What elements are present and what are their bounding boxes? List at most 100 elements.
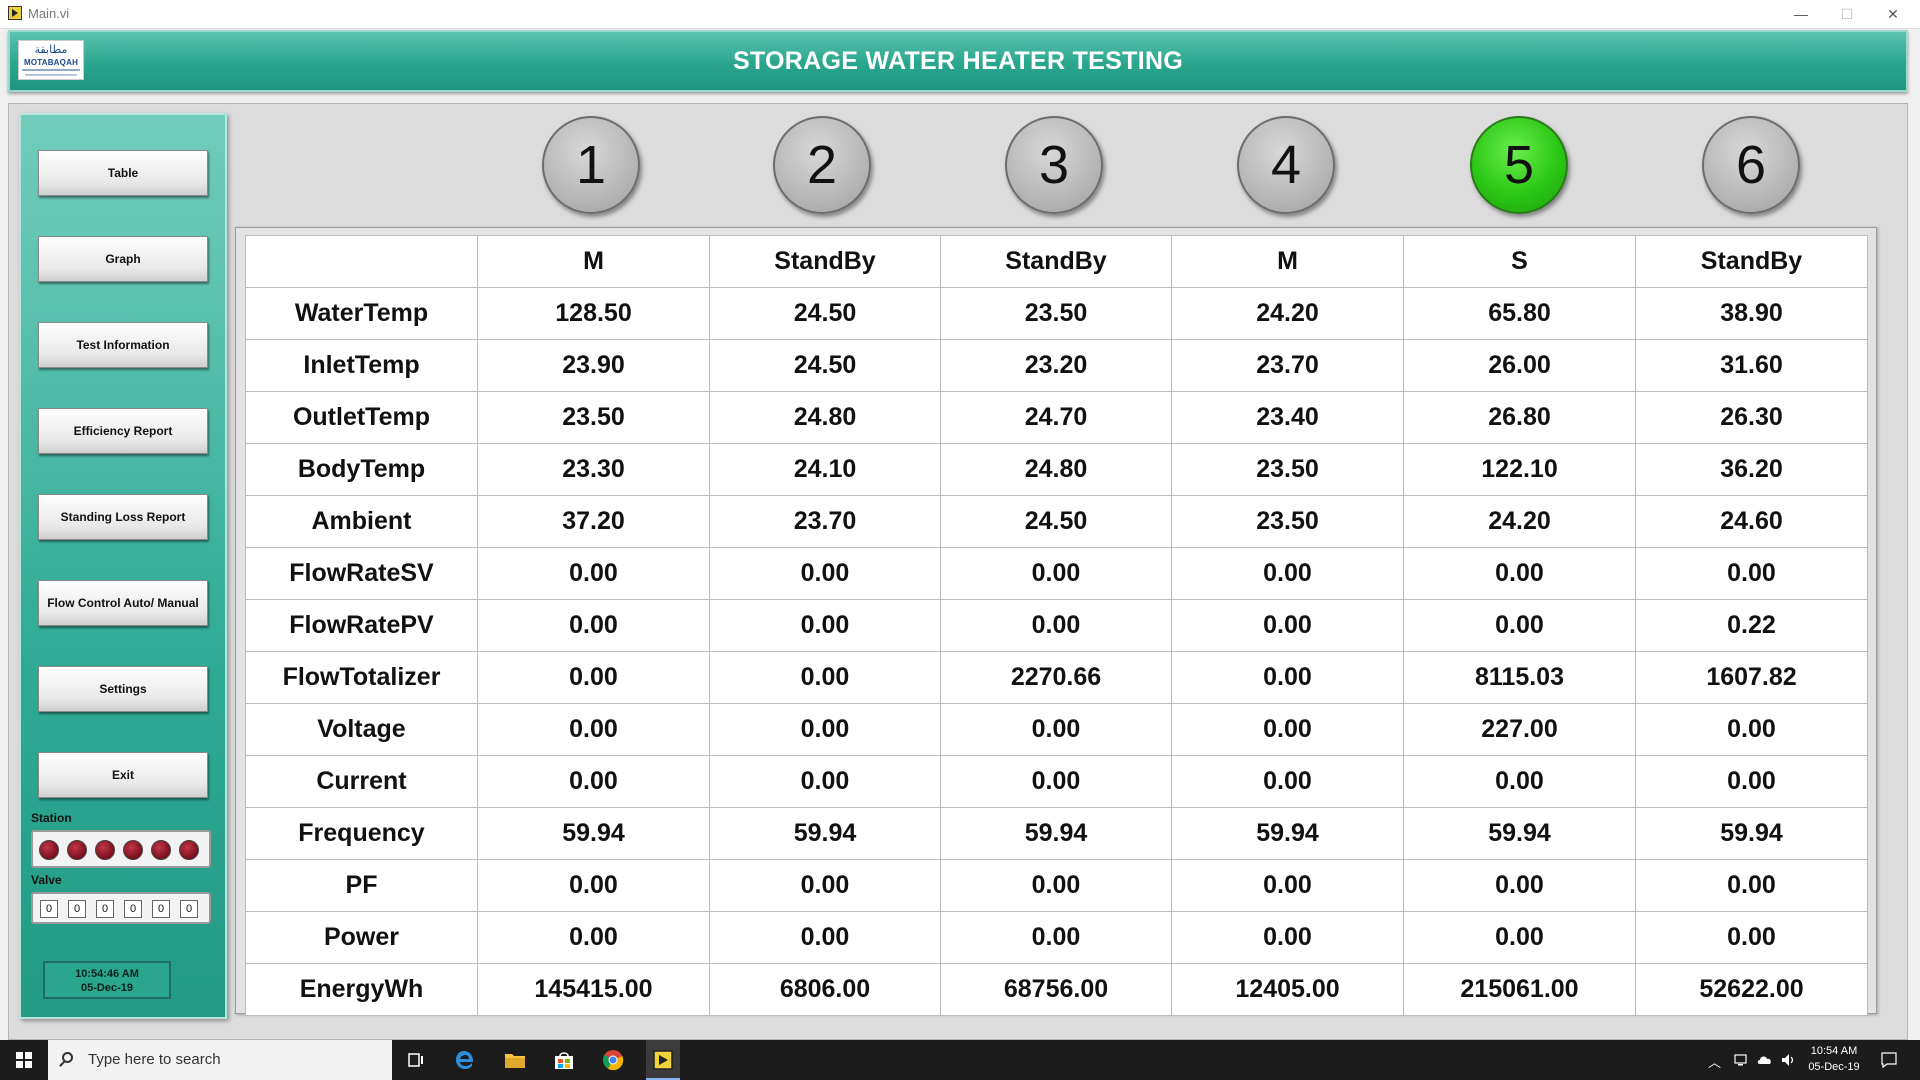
station-led-2 xyxy=(67,840,87,860)
labview-taskbar-button[interactable] xyxy=(646,1040,680,1080)
cell-station-3: 0.00 xyxy=(940,547,1172,600)
cell-station-4: 0.00 xyxy=(1171,911,1404,964)
cell-station-5: 8115.03 xyxy=(1403,651,1636,704)
valve-value-5: 0 xyxy=(152,900,170,918)
cell-station-5: 227.00 xyxy=(1403,703,1636,756)
station-led-4 xyxy=(123,840,143,860)
chrome-icon[interactable] xyxy=(601,1048,625,1072)
station-button-2[interactable]: 2 xyxy=(773,116,871,214)
cell-station-6: 0.00 xyxy=(1635,859,1868,912)
station-mode-4: M xyxy=(1171,235,1404,288)
cell-station-4: 23.50 xyxy=(1171,443,1404,496)
row-label: Frequency xyxy=(245,807,478,860)
station-mode-1: M xyxy=(477,235,710,288)
station-led-3 xyxy=(95,840,115,860)
station-button-4[interactable]: 4 xyxy=(1237,116,1335,214)
windows-logo-icon xyxy=(16,1052,32,1068)
table-row: Voltage 0.00 0.00 0.00 0.00 227.00 0.00 xyxy=(245,703,1868,756)
station-button-3[interactable]: 3 xyxy=(1005,116,1103,214)
station-led-1 xyxy=(39,840,59,860)
table-row: Ambient 37.20 23.70 24.50 23.50 24.20 24.60 xyxy=(245,495,1868,548)
flow-control-button[interactable]: Flow Control Auto/ Manual xyxy=(38,580,208,626)
cell-station-2: 0.00 xyxy=(709,651,941,704)
cell-station-2: 24.50 xyxy=(709,339,941,392)
network-icon[interactable] xyxy=(1733,1052,1749,1068)
search-placeholder: Type here to search xyxy=(88,1051,221,1068)
cell-station-3: 23.50 xyxy=(940,287,1172,340)
cell-station-1: 128.50 xyxy=(477,287,710,340)
window-titlebar: Main.vi — ☐ ✕ xyxy=(0,0,1920,29)
cell-station-1: 37.20 xyxy=(477,495,710,548)
station-mode-3: StandBy xyxy=(940,235,1172,288)
store-icon[interactable] xyxy=(552,1048,576,1072)
cell-station-1: 23.90 xyxy=(477,339,710,392)
cell-station-5: 0.00 xyxy=(1403,859,1636,912)
close-button[interactable]: ✕ xyxy=(1870,0,1916,28)
cell-station-4: 0.00 xyxy=(1171,755,1404,808)
maximize-button[interactable]: ☐ xyxy=(1824,0,1870,28)
cell-station-5: 215061.00 xyxy=(1403,963,1636,1016)
cell-station-3: 0.00 xyxy=(940,859,1172,912)
row-label: InletTemp xyxy=(245,339,478,392)
cell-station-1: 0.00 xyxy=(477,703,710,756)
efficiency-report-button[interactable]: Efficiency Report xyxy=(38,408,208,454)
table-button[interactable]: Table xyxy=(38,150,208,196)
file-explorer-icon[interactable] xyxy=(503,1048,527,1072)
header-banner: مطابقة MOTABAQAH STORAGE WATER HEATER TE… xyxy=(8,30,1908,92)
cell-station-4: 23.40 xyxy=(1171,391,1404,444)
data-table: M StandBy StandBy M S StandBy WaterTemp 1… xyxy=(245,235,1868,1016)
exit-button[interactable]: Exit xyxy=(38,752,208,798)
table-row: FlowRateSV 0.00 0.00 0.00 0.00 0.00 0.00 xyxy=(245,547,1868,600)
valve-indicators: 0 0 0 0 0 0 xyxy=(31,892,211,924)
row-label: Current xyxy=(245,755,478,808)
row-label: EnergyWh xyxy=(245,963,478,1016)
cell-station-6: 31.60 xyxy=(1635,339,1868,392)
minimize-button[interactable]: — xyxy=(1778,0,1824,28)
taskbar-search-box[interactable]: Type here to search xyxy=(48,1040,392,1080)
graph-button[interactable]: Graph xyxy=(38,236,208,282)
cell-station-2: 59.94 xyxy=(709,807,941,860)
task-view-icon[interactable] xyxy=(404,1048,428,1072)
station-mode-6: StandBy xyxy=(1635,235,1868,288)
tray-chevron-icon[interactable]: ︿ xyxy=(1708,1052,1721,1071)
table-corner-cell xyxy=(245,235,478,288)
cell-station-2: 24.50 xyxy=(709,287,941,340)
cell-station-2: 0.00 xyxy=(709,911,941,964)
station-button-5[interactable]: 5 xyxy=(1470,116,1568,214)
taskbar-clock-time[interactable]: 10:54 AM xyxy=(1800,1045,1868,1057)
station-button-6[interactable]: 6 xyxy=(1702,116,1800,214)
table-row: Power 0.00 0.00 0.00 0.00 0.00 0.00 xyxy=(245,911,1868,964)
cell-station-5: 122.10 xyxy=(1403,443,1636,496)
cell-station-2: 23.70 xyxy=(709,495,941,548)
cell-station-6: 36.20 xyxy=(1635,443,1868,496)
valve-value-2: 0 xyxy=(68,900,86,918)
cell-station-1: 0.00 xyxy=(477,755,710,808)
edge-browser-icon[interactable] xyxy=(453,1048,477,1072)
test-information-button[interactable]: Test Information xyxy=(38,322,208,368)
cell-station-2: 6806.00 xyxy=(709,963,941,1016)
volume-icon[interactable] xyxy=(1780,1052,1796,1068)
table-row: BodyTemp 23.30 24.10 24.80 23.50 122.10 36.20 xyxy=(245,443,1868,496)
cell-station-5: 24.20 xyxy=(1403,495,1636,548)
taskbar-clock-date[interactable]: 05-Dec-19 xyxy=(1800,1061,1868,1073)
cell-station-4: 0.00 xyxy=(1171,703,1404,756)
cell-station-1: 23.30 xyxy=(477,443,710,496)
settings-button[interactable]: Settings xyxy=(38,666,208,712)
onedrive-cloud-icon[interactable] xyxy=(1756,1052,1774,1068)
table-row: FlowTotalizer 0.00 0.00 2270.66 0.00 8115.03 1… xyxy=(245,651,1868,704)
start-button[interactable] xyxy=(0,1040,48,1080)
row-label: Voltage xyxy=(245,703,478,756)
notification-center-icon[interactable] xyxy=(1880,1051,1898,1069)
cell-station-3: 2270.66 xyxy=(940,651,1172,704)
cell-station-1: 23.50 xyxy=(477,391,710,444)
cell-station-5: 65.80 xyxy=(1403,287,1636,340)
clock-date: 05-Dec-19 xyxy=(81,982,133,994)
cell-station-1: 59.94 xyxy=(477,807,710,860)
window-title: Main.vi xyxy=(28,6,70,21)
cell-station-3: 24.50 xyxy=(940,495,1172,548)
cell-station-3: 0.00 xyxy=(940,911,1172,964)
clock-time: 10:54:46 AM xyxy=(75,968,139,980)
station-button-1[interactable]: 1 xyxy=(542,116,640,214)
standing-loss-report-button[interactable]: Standing Loss Report xyxy=(38,494,208,540)
cell-station-5: 0.00 xyxy=(1403,547,1636,600)
